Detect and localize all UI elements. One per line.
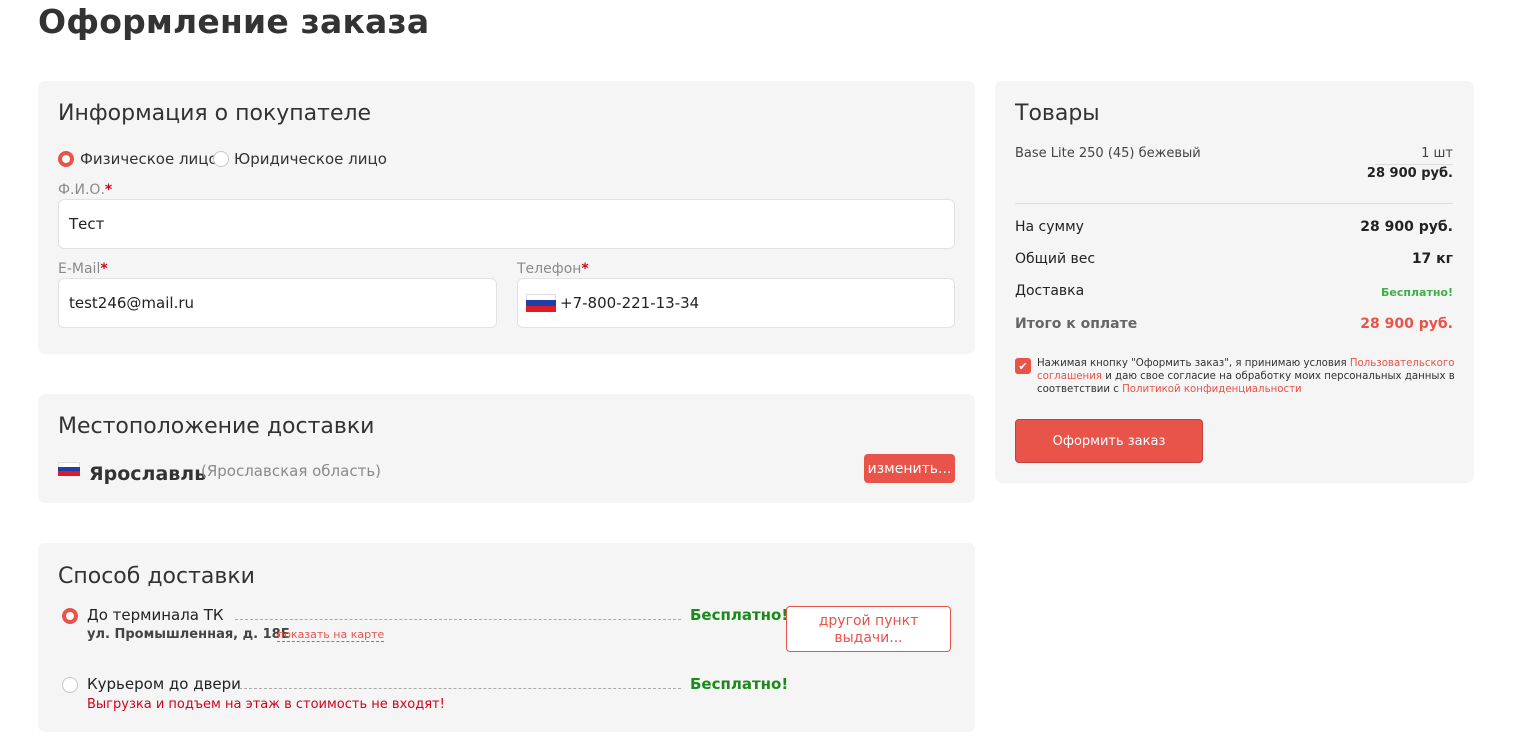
delivery-method-title: Способ доставки: [58, 564, 255, 589]
weight-label: Общий вес: [1015, 251, 1096, 267]
page-title: Оформление заказа: [38, 2, 430, 41]
radio-individual[interactable]: [58, 151, 74, 167]
phone-value: +7-800-221-13-34: [560, 294, 700, 312]
radio-courier[interactable]: [62, 677, 78, 693]
terminal-address: ул. Промышленная, д. 18Е: [87, 627, 290, 642]
radio-individual-label[interactable]: Физическое лицо: [80, 150, 218, 168]
fio-label: Ф.И.О.*: [58, 182, 113, 198]
qty-divider: [1375, 164, 1453, 165]
leader-dots: [239, 688, 681, 689]
weight-value: 17 кг: [1411, 251, 1453, 267]
courier-warning: Выгрузка и подъем на этаж в стоимость не…: [87, 697, 445, 712]
goods-title: Товары: [1015, 101, 1100, 126]
phone-input[interactable]: +7-800-221-13-34: [517, 278, 955, 328]
phone-label: Телефон*: [517, 261, 589, 277]
courier-method-name[interactable]: Курьером до двери: [87, 675, 241, 693]
show-on-map-link[interactable]: показать на карте: [277, 628, 385, 642]
fio-input[interactable]: Тест: [58, 199, 955, 249]
email-label: E-Mail*: [58, 261, 108, 277]
russia-flag-icon: [526, 294, 556, 312]
place-order-button[interactable]: Оформить заказ: [1015, 419, 1203, 463]
delivery-location-title: Местоположение доставки: [58, 414, 375, 439]
radio-legal-entity-label[interactable]: Юридическое лицо: [234, 150, 387, 168]
email-input[interactable]: test246@mail.ru: [58, 278, 497, 328]
delivery-value: Бесплатно!: [1381, 286, 1453, 299]
total-value: 28 900 руб.: [1360, 316, 1453, 332]
region-name: (Ярославская область): [201, 462, 382, 480]
fio-value: Тест: [69, 215, 105, 233]
courier-price: Бесплатно!: [690, 675, 789, 693]
delivery-label: Доставка: [1015, 283, 1085, 299]
sum-value: 28 900 руб.: [1360, 219, 1453, 235]
city-name: Ярославль: [89, 463, 207, 485]
goods-divider: [1015, 203, 1453, 204]
goods-item-name[interactable]: Base Lite 250 (45) бежевый: [1015, 146, 1201, 161]
radio-terminal[interactable]: [62, 608, 78, 624]
consent-text: Нажимая кнопку "Оформить заказ", я прини…: [1037, 358, 1455, 395]
leader-dots: [235, 619, 681, 620]
change-location-button[interactable]: изменить...: [864, 454, 955, 483]
terminal-price: Бесплатно!: [690, 606, 789, 624]
russia-flag-icon: [58, 462, 80, 476]
email-value: test246@mail.ru: [69, 294, 195, 312]
other-pickup-point-button[interactable]: другой пункт выдачи...: [786, 606, 951, 652]
total-label: Итого к оплате: [1015, 316, 1138, 332]
goods-item-price: 28 900 руб.: [1366, 166, 1453, 181]
buyer-info-title: Информация о покупателе: [58, 101, 372, 126]
delivery-location-card: [38, 394, 975, 503]
consent-checkbox[interactable]: ✔: [1015, 358, 1031, 374]
privacy-policy-link[interactable]: Политикой конфиденциальности: [1122, 384, 1302, 395]
radio-legal-entity[interactable]: [213, 151, 229, 167]
goods-item-qty: 1 шт: [1421, 146, 1453, 161]
terminal-method-name[interactable]: До терминала ТК: [87, 606, 224, 624]
sum-label: На сумму: [1015, 219, 1084, 235]
checkmark-icon: ✔: [1018, 359, 1028, 373]
